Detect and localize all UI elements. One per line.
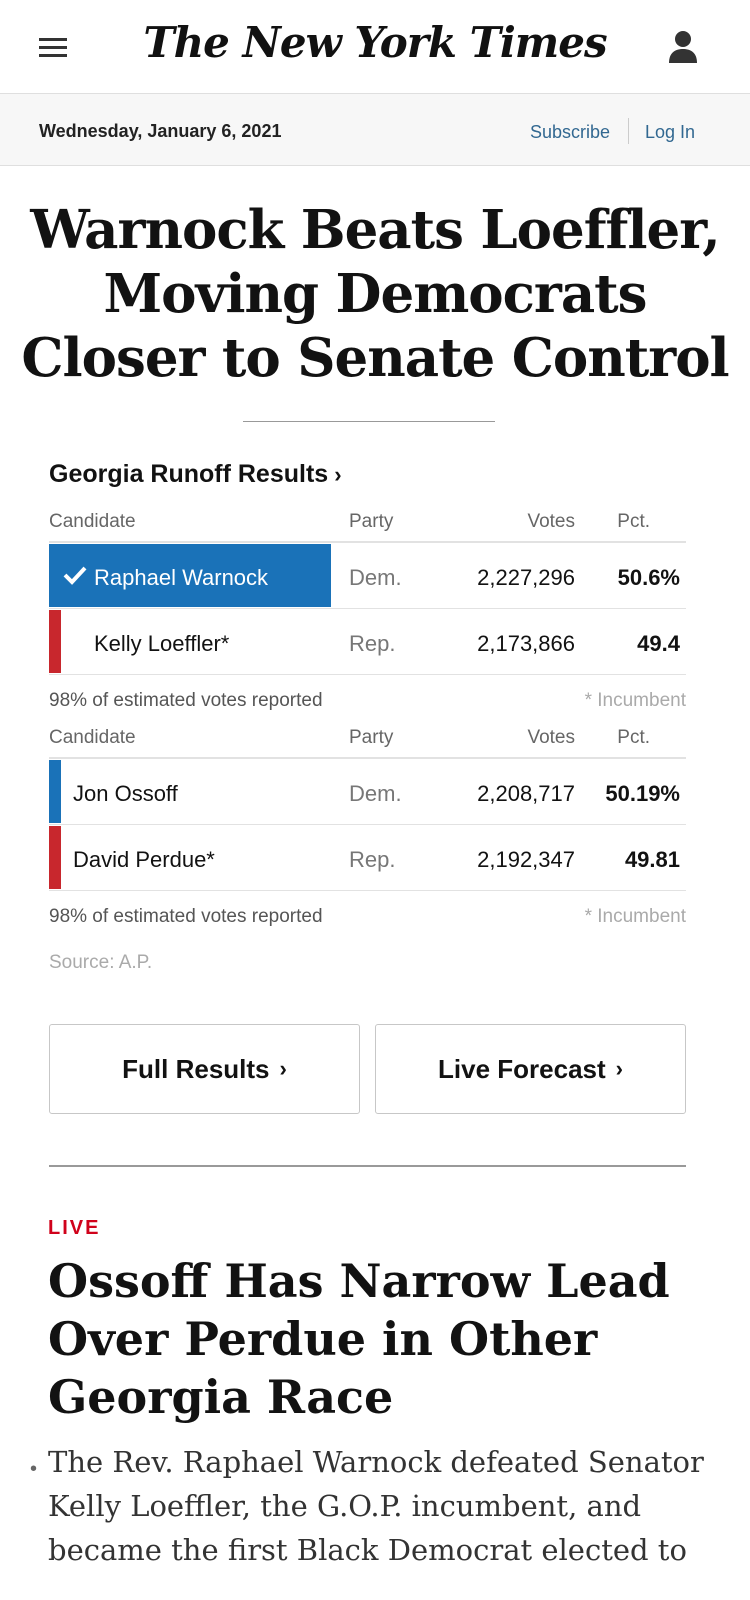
candidate-name: Raphael Warnock bbox=[94, 565, 269, 590]
results-title-link[interactable]: Georgia Runoff Results › bbox=[49, 460, 342, 489]
candidate-pct: 49.4 bbox=[637, 631, 680, 656]
date-bar: Wednesday, January 6, 2021 Subscribe Log… bbox=[0, 94, 750, 166]
source-note: Source: A.P. bbox=[49, 952, 153, 973]
votes-reported-note: 98% of estimated votes reported bbox=[49, 906, 323, 927]
chevron-right-icon: › bbox=[334, 462, 342, 487]
column-header-candidate: Candidate bbox=[49, 727, 136, 748]
table-row: Jon Ossoff Dem. 2,208,717 50.19% bbox=[49, 759, 686, 825]
candidate-pct: 49.81 bbox=[624, 847, 680, 872]
section-divider bbox=[49, 1165, 686, 1167]
candidate-pct: 50.19% bbox=[605, 781, 680, 806]
live-label: LIVE bbox=[48, 1217, 101, 1239]
live-forecast-label: Live Forecast bbox=[438, 1053, 606, 1084]
current-date: Wednesday, January 6, 2021 bbox=[39, 121, 282, 141]
candidate-name: David Perdue* bbox=[73, 847, 215, 872]
full-results-label: Full Results bbox=[122, 1053, 270, 1084]
candidate-party: Dem. bbox=[349, 565, 402, 590]
table-row: David Perdue* Rep. 2,192,347 49.81 bbox=[49, 825, 686, 891]
candidate-name: Jon Ossoff bbox=[73, 781, 178, 806]
divider bbox=[243, 421, 495, 422]
party-color-bar bbox=[49, 760, 61, 823]
party-color-bar bbox=[49, 610, 61, 673]
votes-reported-note: 98% of estimated votes reported bbox=[49, 690, 323, 711]
chevron-right-icon: › bbox=[279, 1056, 287, 1081]
candidate-votes: 2,192,347 bbox=[477, 847, 575, 872]
story-headline[interactable]: Ossoff Has Narrow Lead Over Perdue in Ot… bbox=[48, 1252, 708, 1426]
subscribe-link[interactable]: Subscribe bbox=[530, 122, 610, 143]
column-header-votes: Votes bbox=[527, 511, 575, 532]
candidate-votes: 2,208,717 bbox=[477, 781, 575, 806]
story-summary[interactable]: The Rev. Raphael Warnock defeated Senato… bbox=[48, 1440, 738, 1572]
results-table-senate-regular: Candidate Party Votes Pct. Jon Ossoff De… bbox=[49, 723, 686, 891]
incumbent-note: * Incumbent bbox=[584, 690, 686, 711]
candidate-votes: 2,227,296 bbox=[477, 565, 575, 590]
candidate-votes: 2,173,866 bbox=[477, 631, 575, 656]
top-navigation-bar: The New York Times bbox=[0, 0, 750, 94]
chevron-right-icon: › bbox=[615, 1056, 623, 1081]
masthead-logo[interactable]: The New York Times bbox=[0, 18, 750, 67]
column-header-party: Party bbox=[349, 727, 394, 748]
party-color-bar bbox=[49, 826, 61, 889]
results-title-text: Georgia Runoff Results bbox=[49, 460, 329, 488]
user-icon[interactable] bbox=[668, 30, 698, 64]
column-header-pct: Pct. bbox=[617, 511, 650, 532]
full-results-button[interactable]: Full Results › bbox=[49, 1024, 360, 1114]
candidate-name: Kelly Loeffler* bbox=[94, 631, 230, 656]
candidate-party: Rep. bbox=[349, 847, 396, 872]
column-header-votes: Votes bbox=[527, 727, 575, 748]
candidate-pct: 50.6% bbox=[617, 565, 680, 590]
table-row-winner: Raphael Warnock Dem. 2,227,296 50.6% bbox=[49, 543, 686, 609]
column-header-party: Party bbox=[349, 511, 394, 532]
divider bbox=[628, 118, 629, 144]
checkmark-icon bbox=[63, 566, 87, 585]
incumbent-note: * Incumbent bbox=[584, 906, 686, 927]
bullet-icon: • bbox=[30, 1458, 38, 1480]
table-row: Kelly Loeffler* Rep. 2,173,866 49.4 bbox=[49, 609, 686, 675]
column-header-pct: Pct. bbox=[617, 727, 650, 748]
main-headline[interactable]: Warnock Beats Loeffler, Moving Democrats… bbox=[20, 198, 730, 390]
candidate-party: Dem. bbox=[349, 781, 402, 806]
column-header-candidate: Candidate bbox=[49, 511, 136, 532]
candidate-party: Rep. bbox=[349, 631, 396, 656]
live-forecast-button[interactable]: Live Forecast › bbox=[375, 1024, 686, 1114]
table-header: Candidate Party Votes Pct. bbox=[49, 507, 686, 543]
results-table-senate-special: Candidate Party Votes Pct. Raphael Warno… bbox=[49, 507, 686, 675]
table-header: Candidate Party Votes Pct. bbox=[49, 723, 686, 759]
login-link[interactable]: Log In bbox=[645, 122, 695, 143]
